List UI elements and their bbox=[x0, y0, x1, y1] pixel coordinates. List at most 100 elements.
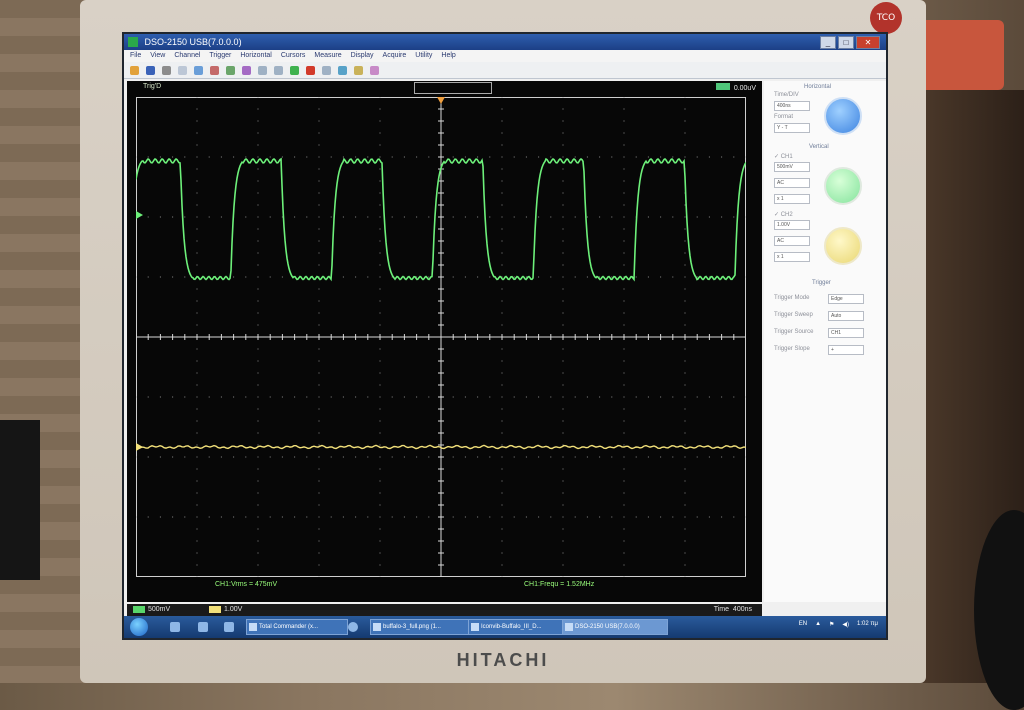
menu-measure[interactable]: Measure bbox=[314, 50, 341, 62]
color-icon[interactable] bbox=[242, 65, 251, 75]
grid-dot bbox=[391, 456, 393, 458]
grid-dot bbox=[196, 264, 198, 266]
volume-icon[interactable]: ◀) bbox=[842, 621, 849, 628]
menu-view[interactable]: View bbox=[150, 50, 165, 62]
menu-file[interactable]: File bbox=[130, 50, 141, 62]
vertical-title: Vertical bbox=[809, 144, 829, 150]
ch1-probe-select[interactable]: x 1 bbox=[774, 194, 810, 204]
ch1-volt-select[interactable]: 500mV bbox=[774, 162, 810, 172]
tray-expand-icon[interactable]: ▲ bbox=[815, 621, 821, 628]
pointer-icon[interactable] bbox=[194, 65, 203, 75]
grid-dot bbox=[342, 276, 344, 278]
open-icon[interactable] bbox=[130, 65, 139, 75]
menu-cursors[interactable]: Cursors bbox=[281, 50, 306, 62]
ie-icon[interactable] bbox=[170, 622, 180, 632]
zoom-icon[interactable] bbox=[226, 65, 235, 75]
clock[interactable]: 1:02 πμ bbox=[857, 621, 878, 628]
menu-horizontal[interactable]: Horizontal bbox=[240, 50, 272, 62]
task-total-commander[interactable]: Total Commander (x... bbox=[246, 619, 348, 635]
quicklaunch-icon[interactable] bbox=[224, 622, 234, 632]
print-icon[interactable] bbox=[162, 65, 171, 75]
cursor-a-icon[interactable] bbox=[258, 65, 267, 75]
format-select[interactable]: Y - T bbox=[774, 123, 810, 133]
record-icon[interactable] bbox=[354, 65, 363, 75]
grid-dot bbox=[233, 456, 235, 458]
trigger-source-select[interactable]: CH1 bbox=[828, 328, 864, 338]
menu-help[interactable]: Help bbox=[441, 50, 455, 62]
grid-dot bbox=[574, 396, 576, 398]
ch1-volt-knob[interactable] bbox=[824, 167, 862, 205]
playback-icon[interactable] bbox=[370, 65, 379, 75]
grid-dot bbox=[318, 216, 320, 218]
task-dso[interactable]: DSO-2150 USB(7.0.0.0) bbox=[562, 619, 668, 635]
minimize-button[interactable]: _ bbox=[820, 36, 836, 49]
grid-dot bbox=[147, 156, 149, 158]
measure-vrms: CH1:Vrms = 475mV bbox=[215, 581, 278, 588]
ch1-checkbox-label[interactable]: ✓ CH1 bbox=[774, 153, 793, 160]
trigger-slope-select[interactable]: + bbox=[828, 345, 864, 355]
grid-dot bbox=[318, 324, 320, 326]
grid-dot bbox=[684, 288, 686, 290]
menu-channel[interactable]: Channel bbox=[174, 50, 200, 62]
grid-dot bbox=[562, 540, 564, 542]
ch2-scale-indicator[interactable]: 1.00V bbox=[209, 604, 242, 616]
task-iconvib[interactable]: Iconvib-Buffalo_III_D... bbox=[468, 619, 570, 635]
cursor-b-icon[interactable] bbox=[274, 65, 283, 75]
timebase-knob[interactable] bbox=[824, 97, 862, 135]
grid-dot bbox=[562, 468, 564, 470]
ch2-probe-select[interactable]: x 1 bbox=[774, 252, 810, 262]
flag-icon[interactable]: ⚑ bbox=[829, 621, 834, 628]
grid-dot bbox=[538, 216, 540, 218]
measure-icon[interactable] bbox=[210, 65, 219, 75]
grid-dot bbox=[513, 456, 515, 458]
grid-dot bbox=[745, 216, 746, 218]
grid-dot bbox=[501, 120, 503, 122]
grid-dot bbox=[708, 516, 710, 518]
grid-dot bbox=[367, 456, 369, 458]
task-buffalo-image[interactable]: buffalo-3_full.png (1... bbox=[370, 619, 476, 635]
time-div-select[interactable]: 400ns bbox=[774, 101, 810, 111]
run-icon[interactable] bbox=[290, 65, 299, 75]
single-icon[interactable] bbox=[322, 65, 331, 75]
grid-dot bbox=[159, 456, 161, 458]
ch2-checkbox-label[interactable]: ✓ CH2 bbox=[774, 211, 793, 218]
explorer-icon[interactable] bbox=[198, 622, 208, 632]
ch2-volt-select[interactable]: 1.00V bbox=[774, 220, 810, 230]
grid-dot bbox=[159, 516, 161, 518]
grid-dot bbox=[196, 348, 198, 350]
grid-dot bbox=[196, 204, 198, 206]
media-icon[interactable] bbox=[348, 622, 358, 632]
grid-dot bbox=[196, 216, 198, 218]
ch2-volt-knob[interactable] bbox=[824, 227, 862, 265]
ch2-coupling-select[interactable]: AC bbox=[774, 236, 810, 246]
grid-dot bbox=[306, 456, 308, 458]
language-indicator[interactable]: EN bbox=[799, 621, 807, 628]
grid-dot bbox=[379, 456, 381, 458]
scope-statusbar: 500mV 1.00V Time 400ns bbox=[127, 604, 762, 616]
ch1-scale-indicator[interactable]: 500mV bbox=[133, 604, 170, 616]
grid-dot bbox=[477, 156, 479, 158]
menu-trigger[interactable]: Trigger bbox=[209, 50, 231, 62]
grid-dot bbox=[623, 288, 625, 290]
trigger-mode-select[interactable]: Edge bbox=[828, 294, 864, 304]
grid-dot bbox=[257, 132, 259, 134]
grid-dot bbox=[501, 444, 503, 446]
autoset-icon[interactable] bbox=[338, 65, 347, 75]
copy-icon[interactable] bbox=[178, 65, 187, 75]
waveform-grid[interactable] bbox=[136, 97, 746, 577]
maximize-button[interactable]: □ bbox=[838, 36, 854, 49]
grid-dot bbox=[196, 144, 198, 146]
trigger-sweep-select[interactable]: Auto bbox=[828, 311, 864, 321]
menu-acquire[interactable]: Acquire bbox=[383, 50, 407, 62]
menu-display[interactable]: Display bbox=[351, 50, 374, 62]
ch1-coupling-select[interactable]: AC bbox=[774, 178, 810, 188]
grid-dot bbox=[269, 156, 271, 158]
save-icon[interactable] bbox=[146, 65, 155, 75]
menu-utility[interactable]: Utility bbox=[415, 50, 432, 62]
grid-dot bbox=[257, 516, 259, 518]
start-button[interactable] bbox=[130, 618, 148, 636]
close-button[interactable]: ✕ bbox=[856, 36, 880, 49]
grid-dot bbox=[452, 516, 454, 518]
grid-dot bbox=[403, 156, 405, 158]
stop-icon[interactable] bbox=[306, 65, 315, 75]
